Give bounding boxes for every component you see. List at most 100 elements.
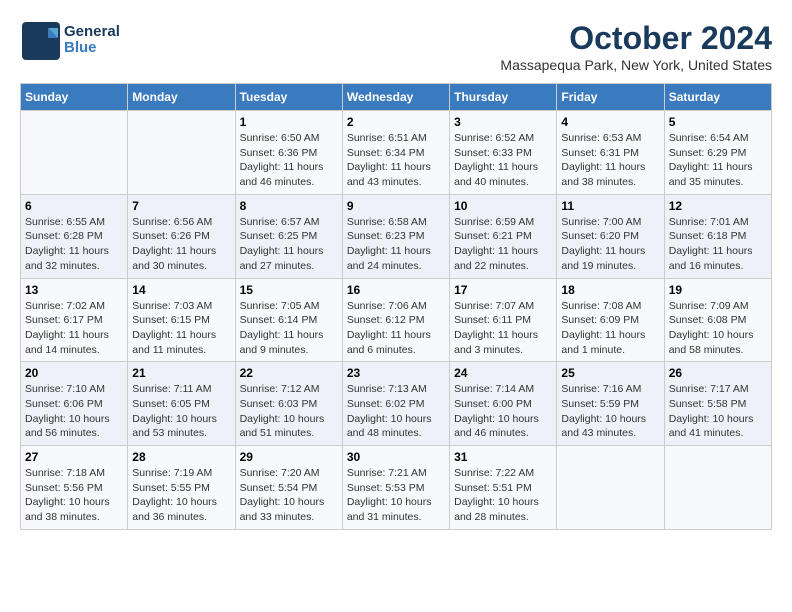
calendar-cell: 29Sunrise: 7:20 AMSunset: 5:54 PMDayligh…: [235, 446, 342, 530]
day-info: Sunrise: 7:22 AMSunset: 5:51 PMDaylight:…: [454, 466, 552, 525]
calendar-cell: 9 Sunrise: 6:58 AMSunset: 6:23 PMDaylight…: [342, 194, 449, 278]
calendar-cell: [21, 111, 128, 195]
calendar-cell: [557, 446, 664, 530]
day-info: Sunrise: 7:21 AMSunset: 5:53 PMDaylight:…: [347, 466, 445, 525]
logo-icon: [20, 20, 60, 60]
day-info: Sunrise: 7:17 AMSunset: 5:58 PMDaylight:…: [669, 382, 767, 441]
day-info: Sunrise: 7:18 AMSunset: 5:56 PMDaylight:…: [25, 466, 123, 525]
calendar-cell: 1 Sunrise: 6:50 AMSunset: 6:36 PMDaylight…: [235, 111, 342, 195]
day-info: Sunrise: 7:01 AMSunset: 6:18 PMDaylight:…: [669, 215, 767, 274]
calendar-cell: 27Sunrise: 7:18 AMSunset: 5:56 PMDayligh…: [21, 446, 128, 530]
page-header: General Blue October 2024 Massapequa Par…: [20, 20, 772, 73]
day-info: Sunrise: 6:55 AMSunset: 6:28 PMDaylight:…: [25, 215, 123, 274]
day-number: 15: [240, 283, 338, 297]
title-block: October 2024 Massapequa Park, New York, …: [500, 20, 772, 73]
day-info: Sunrise: 6:56 AMSunset: 6:26 PMDaylight:…: [132, 215, 230, 274]
day-number: 6: [25, 199, 123, 213]
day-number: 10: [454, 199, 552, 213]
calendar-cell: 7 Sunrise: 6:56 AMSunset: 6:26 PMDaylight…: [128, 194, 235, 278]
calendar-cell: 21 Sunrise: 7:11 AMSunset: 6:05 PMDayligh…: [128, 362, 235, 446]
calendar-cell: 14Sunrise: 7:03 AMSunset: 6:15 PMDayligh…: [128, 278, 235, 362]
day-info: Sunrise: 7:00 AMSunset: 6:20 PMDaylight:…: [561, 215, 659, 274]
day-number: 1: [240, 115, 338, 129]
calendar-cell: [664, 446, 771, 530]
day-number: 28: [132, 450, 230, 464]
day-info: Sunrise: 7:12 AMSunset: 6:03 PMDaylight:…: [240, 382, 338, 441]
day-number: 14: [132, 283, 230, 297]
day-info: Sunrise: 6:59 AMSunset: 6:21 PMDaylight:…: [454, 215, 552, 274]
day-info: Sunrise: 7:13 AMSunset: 6:02 PMDaylight:…: [347, 382, 445, 441]
calendar-cell: 6 Sunrise: 6:55 AMSunset: 6:28 PMDaylight…: [21, 194, 128, 278]
day-info: Sunrise: 7:16 AMSunset: 5:59 PMDaylight:…: [561, 382, 659, 441]
day-number: 22: [240, 366, 338, 380]
calendar-cell: 24 Sunrise: 7:14 AMSunset: 6:00 PMDayligh…: [450, 362, 557, 446]
day-header-saturday: Saturday: [664, 84, 771, 111]
calendar-table: SundayMondayTuesdayWednesdayThursdayFrid…: [20, 83, 772, 530]
calendar-cell: 8Sunrise: 6:57 AMSunset: 6:25 PMDaylight…: [235, 194, 342, 278]
day-number: 23: [347, 366, 445, 380]
day-info: Sunrise: 7:11 AMSunset: 6:05 PMDaylight:…: [132, 382, 230, 441]
day-info: Sunrise: 7:14 AMSunset: 6:00 PMDaylight:…: [454, 382, 552, 441]
day-info: Sunrise: 6:53 AMSunset: 6:31 PMDaylight:…: [561, 131, 659, 190]
calendar-week-2: 6 Sunrise: 6:55 AMSunset: 6:28 PMDaylight…: [21, 194, 772, 278]
calendar-cell: 31 Sunrise: 7:22 AMSunset: 5:51 PMDayligh…: [450, 446, 557, 530]
day-number: 19: [669, 283, 767, 297]
day-info: Sunrise: 6:51 AMSunset: 6:34 PMDaylight:…: [347, 131, 445, 190]
day-header-wednesday: Wednesday: [342, 84, 449, 111]
day-number: 12: [669, 199, 767, 213]
logo-text: General Blue: [64, 24, 120, 57]
day-info: Sunrise: 7:05 AMSunset: 6:14 PMDaylight:…: [240, 299, 338, 358]
day-number: 31: [454, 450, 552, 464]
day-number: 17: [454, 283, 552, 297]
calendar-cell: 13Sunrise: 7:02 AMSunset: 6:17 PMDayligh…: [21, 278, 128, 362]
day-number: 26: [669, 366, 767, 380]
calendar-cell: 26 Sunrise: 7:17 AMSunset: 5:58 PMDayligh…: [664, 362, 771, 446]
logo: General Blue: [20, 20, 120, 60]
day-number: 21: [132, 366, 230, 380]
day-info: Sunrise: 7:06 AMSunset: 6:12 PMDaylight:…: [347, 299, 445, 358]
day-number: 30: [347, 450, 445, 464]
day-number: 3: [454, 115, 552, 129]
location: Massapequa Park, New York, United States: [500, 57, 772, 73]
day-number: 29: [240, 450, 338, 464]
calendar-cell: 2Sunrise: 6:51 AMSunset: 6:34 PMDaylight…: [342, 111, 449, 195]
calendar-cell: 23 Sunrise: 7:13 AMSunset: 6:02 PMDayligh…: [342, 362, 449, 446]
calendar-week-3: 13Sunrise: 7:02 AMSunset: 6:17 PMDayligh…: [21, 278, 772, 362]
day-header-sunday: Sunday: [21, 84, 128, 111]
day-info: Sunrise: 6:50 AMSunset: 6:36 PMDaylight:…: [240, 131, 338, 190]
day-info: Sunrise: 7:08 AMSunset: 6:09 PMDaylight:…: [561, 299, 659, 358]
calendar-cell: 10 Sunrise: 6:59 AMSunset: 6:21 PMDayligh…: [450, 194, 557, 278]
calendar-cell: 17 Sunrise: 7:07 AMSunset: 6:11 PMDayligh…: [450, 278, 557, 362]
calendar-cell: 4 Sunrise: 6:53 AMSunset: 6:31 PMDaylight…: [557, 111, 664, 195]
day-info: Sunrise: 6:58 AMSunset: 6:23 PMDaylight:…: [347, 215, 445, 274]
calendar-cell: 19Sunrise: 7:09 AMSunset: 6:08 PMDayligh…: [664, 278, 771, 362]
calendar-cell: 16Sunrise: 7:06 AMSunset: 6:12 PMDayligh…: [342, 278, 449, 362]
day-number: 5: [669, 115, 767, 129]
day-header-thursday: Thursday: [450, 84, 557, 111]
calendar-header-row: SundayMondayTuesdayWednesdayThursdayFrid…: [21, 84, 772, 111]
calendar-cell: 5 Sunrise: 6:54 AMSunset: 6:29 PMDaylight…: [664, 111, 771, 195]
day-header-tuesday: Tuesday: [235, 84, 342, 111]
calendar-cell: 11Sunrise: 7:00 AMSunset: 6:20 PMDayligh…: [557, 194, 664, 278]
calendar-cell: 25Sunrise: 7:16 AMSunset: 5:59 PMDayligh…: [557, 362, 664, 446]
day-header-friday: Friday: [557, 84, 664, 111]
day-info: Sunrise: 6:57 AMSunset: 6:25 PMDaylight:…: [240, 215, 338, 274]
day-number: 20: [25, 366, 123, 380]
day-info: Sunrise: 7:10 AMSunset: 6:06 PMDaylight:…: [25, 382, 123, 441]
day-number: 13: [25, 283, 123, 297]
day-number: 7: [132, 199, 230, 213]
day-number: 24: [454, 366, 552, 380]
day-info: Sunrise: 6:52 AMSunset: 6:33 PMDaylight:…: [454, 131, 552, 190]
calendar-cell: 15 Sunrise: 7:05 AMSunset: 6:14 PMDayligh…: [235, 278, 342, 362]
calendar-cell: 28 Sunrise: 7:19 AMSunset: 5:55 PMDayligh…: [128, 446, 235, 530]
day-number: 9: [347, 199, 445, 213]
calendar-week-5: 27Sunrise: 7:18 AMSunset: 5:56 PMDayligh…: [21, 446, 772, 530]
day-info: Sunrise: 7:07 AMSunset: 6:11 PMDaylight:…: [454, 299, 552, 358]
calendar-week-1: 1 Sunrise: 6:50 AMSunset: 6:36 PMDaylight…: [21, 111, 772, 195]
day-info: Sunrise: 7:19 AMSunset: 5:55 PMDaylight:…: [132, 466, 230, 525]
day-number: 4: [561, 115, 659, 129]
calendar-cell: 18Sunrise: 7:08 AMSunset: 6:09 PMDayligh…: [557, 278, 664, 362]
month-title: October 2024: [500, 20, 772, 57]
calendar-cell: 12 Sunrise: 7:01 AMSunset: 6:18 PMDayligh…: [664, 194, 771, 278]
day-info: Sunrise: 6:54 AMSunset: 6:29 PMDaylight:…: [669, 131, 767, 190]
